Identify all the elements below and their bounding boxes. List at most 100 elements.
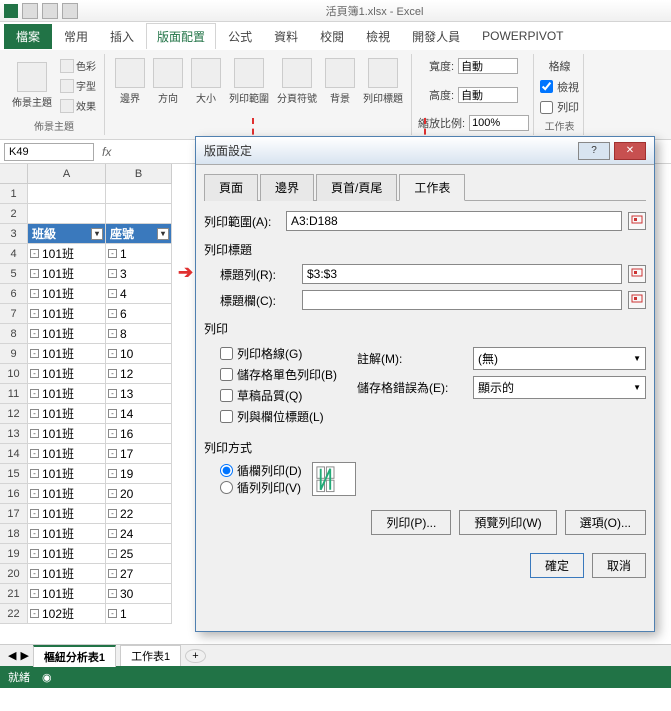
scale-input[interactable] (469, 115, 529, 131)
title-rows-input[interactable] (302, 264, 622, 284)
themes-button[interactable]: 佈景主題 (10, 60, 54, 111)
dialog-close-button[interactable]: ✕ (614, 142, 646, 160)
collapse-icon[interactable]: - (108, 289, 117, 298)
cancel-button[interactable]: 取消 (592, 553, 646, 578)
cell[interactable]: -1 (106, 244, 172, 264)
cell[interactable]: -101班 (28, 404, 106, 424)
margins-button[interactable]: 邊界 (113, 56, 147, 107)
save-icon[interactable] (22, 3, 38, 19)
cell[interactable]: 座號▾ (106, 224, 172, 244)
row-header[interactable]: 14 (0, 444, 28, 464)
row-header[interactable]: 21 (0, 584, 28, 604)
tab-home[interactable]: 常用 (54, 24, 98, 49)
cell[interactable]: -17 (106, 444, 172, 464)
collapse-icon[interactable]: - (30, 529, 39, 538)
print-area-input[interactable] (286, 211, 622, 231)
colors-button[interactable]: 色彩 (58, 56, 98, 75)
cell[interactable]: -22 (106, 504, 172, 524)
filter-dropdown-icon[interactable]: ▾ (157, 228, 169, 240)
collapse-icon[interactable]: - (108, 569, 117, 578)
cell[interactable] (28, 204, 106, 224)
collapse-icon[interactable]: - (30, 609, 39, 618)
comments-combo[interactable]: (無)▼ (473, 347, 646, 370)
cell[interactable]: -10 (106, 344, 172, 364)
cell[interactable]: -12 (106, 364, 172, 384)
undo-icon[interactable] (42, 3, 58, 19)
options-button[interactable]: 選項(O)... (565, 510, 646, 535)
cell[interactable]: -101班 (28, 304, 106, 324)
row-header[interactable]: 15 (0, 464, 28, 484)
cell[interactable]: -101班 (28, 564, 106, 584)
collapse-icon[interactable]: - (30, 249, 39, 258)
print-area-button[interactable]: 列印範圍 (227, 56, 271, 107)
width-input[interactable] (458, 58, 518, 74)
row-header[interactable]: 22 (0, 604, 28, 624)
cell[interactable]: -101班 (28, 244, 106, 264)
cell[interactable]: -24 (106, 524, 172, 544)
row-header[interactable]: 9 (0, 344, 28, 364)
down-over-radio[interactable] (220, 464, 233, 477)
height-input[interactable] (458, 87, 518, 103)
fonts-button[interactable]: 字型 (58, 76, 98, 95)
gridlines-checkbox[interactable] (220, 347, 233, 360)
collapse-icon[interactable]: - (108, 609, 117, 618)
row-header[interactable]: 18 (0, 524, 28, 544)
macro-record-icon[interactable]: ◉ (42, 671, 52, 684)
collapse-icon[interactable]: - (30, 369, 39, 378)
size-button[interactable]: 大小 (189, 56, 223, 107)
collapse-icon[interactable]: - (30, 589, 39, 598)
ok-button[interactable]: 確定 (530, 553, 584, 578)
filter-dropdown-icon[interactable]: ▾ (91, 228, 103, 240)
collapse-icon[interactable]: - (108, 349, 117, 358)
cell[interactable]: -101班 (28, 284, 106, 304)
row-header[interactable]: 16 (0, 484, 28, 504)
cell[interactable]: -101班 (28, 444, 106, 464)
row-header[interactable]: 5 (0, 264, 28, 284)
cell[interactable] (106, 204, 172, 224)
name-box[interactable] (4, 143, 94, 161)
row-header[interactable]: 13 (0, 424, 28, 444)
collapse-icon[interactable]: - (108, 369, 117, 378)
title-cols-input[interactable] (302, 290, 622, 310)
sheet-tab-1[interactable]: 工作表1 (120, 645, 181, 666)
over-down-radio[interactable] (220, 481, 233, 494)
cell[interactable]: -3 (106, 264, 172, 284)
collapse-icon[interactable]: - (30, 509, 39, 518)
collapse-icon[interactable]: - (108, 509, 117, 518)
cell[interactable]: -16 (106, 424, 172, 444)
tab-developer[interactable]: 開發人員 (402, 24, 470, 49)
cell[interactable]: -20 (106, 484, 172, 504)
sheet-nav-next[interactable]: ▶ (20, 649, 28, 662)
rowcol-checkbox[interactable] (220, 410, 233, 423)
collapse-icon[interactable]: - (108, 529, 117, 538)
cell[interactable]: -101班 (28, 544, 106, 564)
effects-button[interactable]: 效果 (58, 96, 98, 115)
title-cols-range-button[interactable] (628, 291, 646, 309)
tab-view[interactable]: 檢視 (356, 24, 400, 49)
tab-insert[interactable]: 插入 (100, 24, 144, 49)
cell[interactable]: -6 (106, 304, 172, 324)
row-header[interactable]: 2 (0, 204, 28, 224)
cell[interactable]: -25 (106, 544, 172, 564)
row-header[interactable]: 19 (0, 544, 28, 564)
select-all-corner[interactable] (0, 164, 28, 184)
collapse-icon[interactable]: - (30, 429, 39, 438)
cell[interactable]: -101班 (28, 364, 106, 384)
sheet-tab-pivot[interactable]: 樞紐分析表1 (33, 645, 116, 667)
row-header[interactable]: 7 (0, 304, 28, 324)
sheet-nav-prev[interactable]: ◀ (8, 649, 16, 662)
background-button[interactable]: 背景 (323, 56, 357, 107)
cell[interactable]: -13 (106, 384, 172, 404)
collapse-icon[interactable]: - (108, 269, 117, 278)
collapse-icon[interactable]: - (108, 329, 117, 338)
col-header-a[interactable]: A (28, 164, 106, 184)
collapse-icon[interactable]: - (108, 389, 117, 398)
cell[interactable]: -101班 (28, 384, 106, 404)
collapse-icon[interactable]: - (30, 449, 39, 458)
cell[interactable]: -101班 (28, 504, 106, 524)
dialog-tab-header-footer[interactable]: 頁首/頁尾 (316, 174, 397, 201)
cell[interactable]: -101班 (28, 344, 106, 364)
row-header[interactable]: 8 (0, 324, 28, 344)
row-header[interactable]: 17 (0, 504, 28, 524)
row-header[interactable]: 20 (0, 564, 28, 584)
